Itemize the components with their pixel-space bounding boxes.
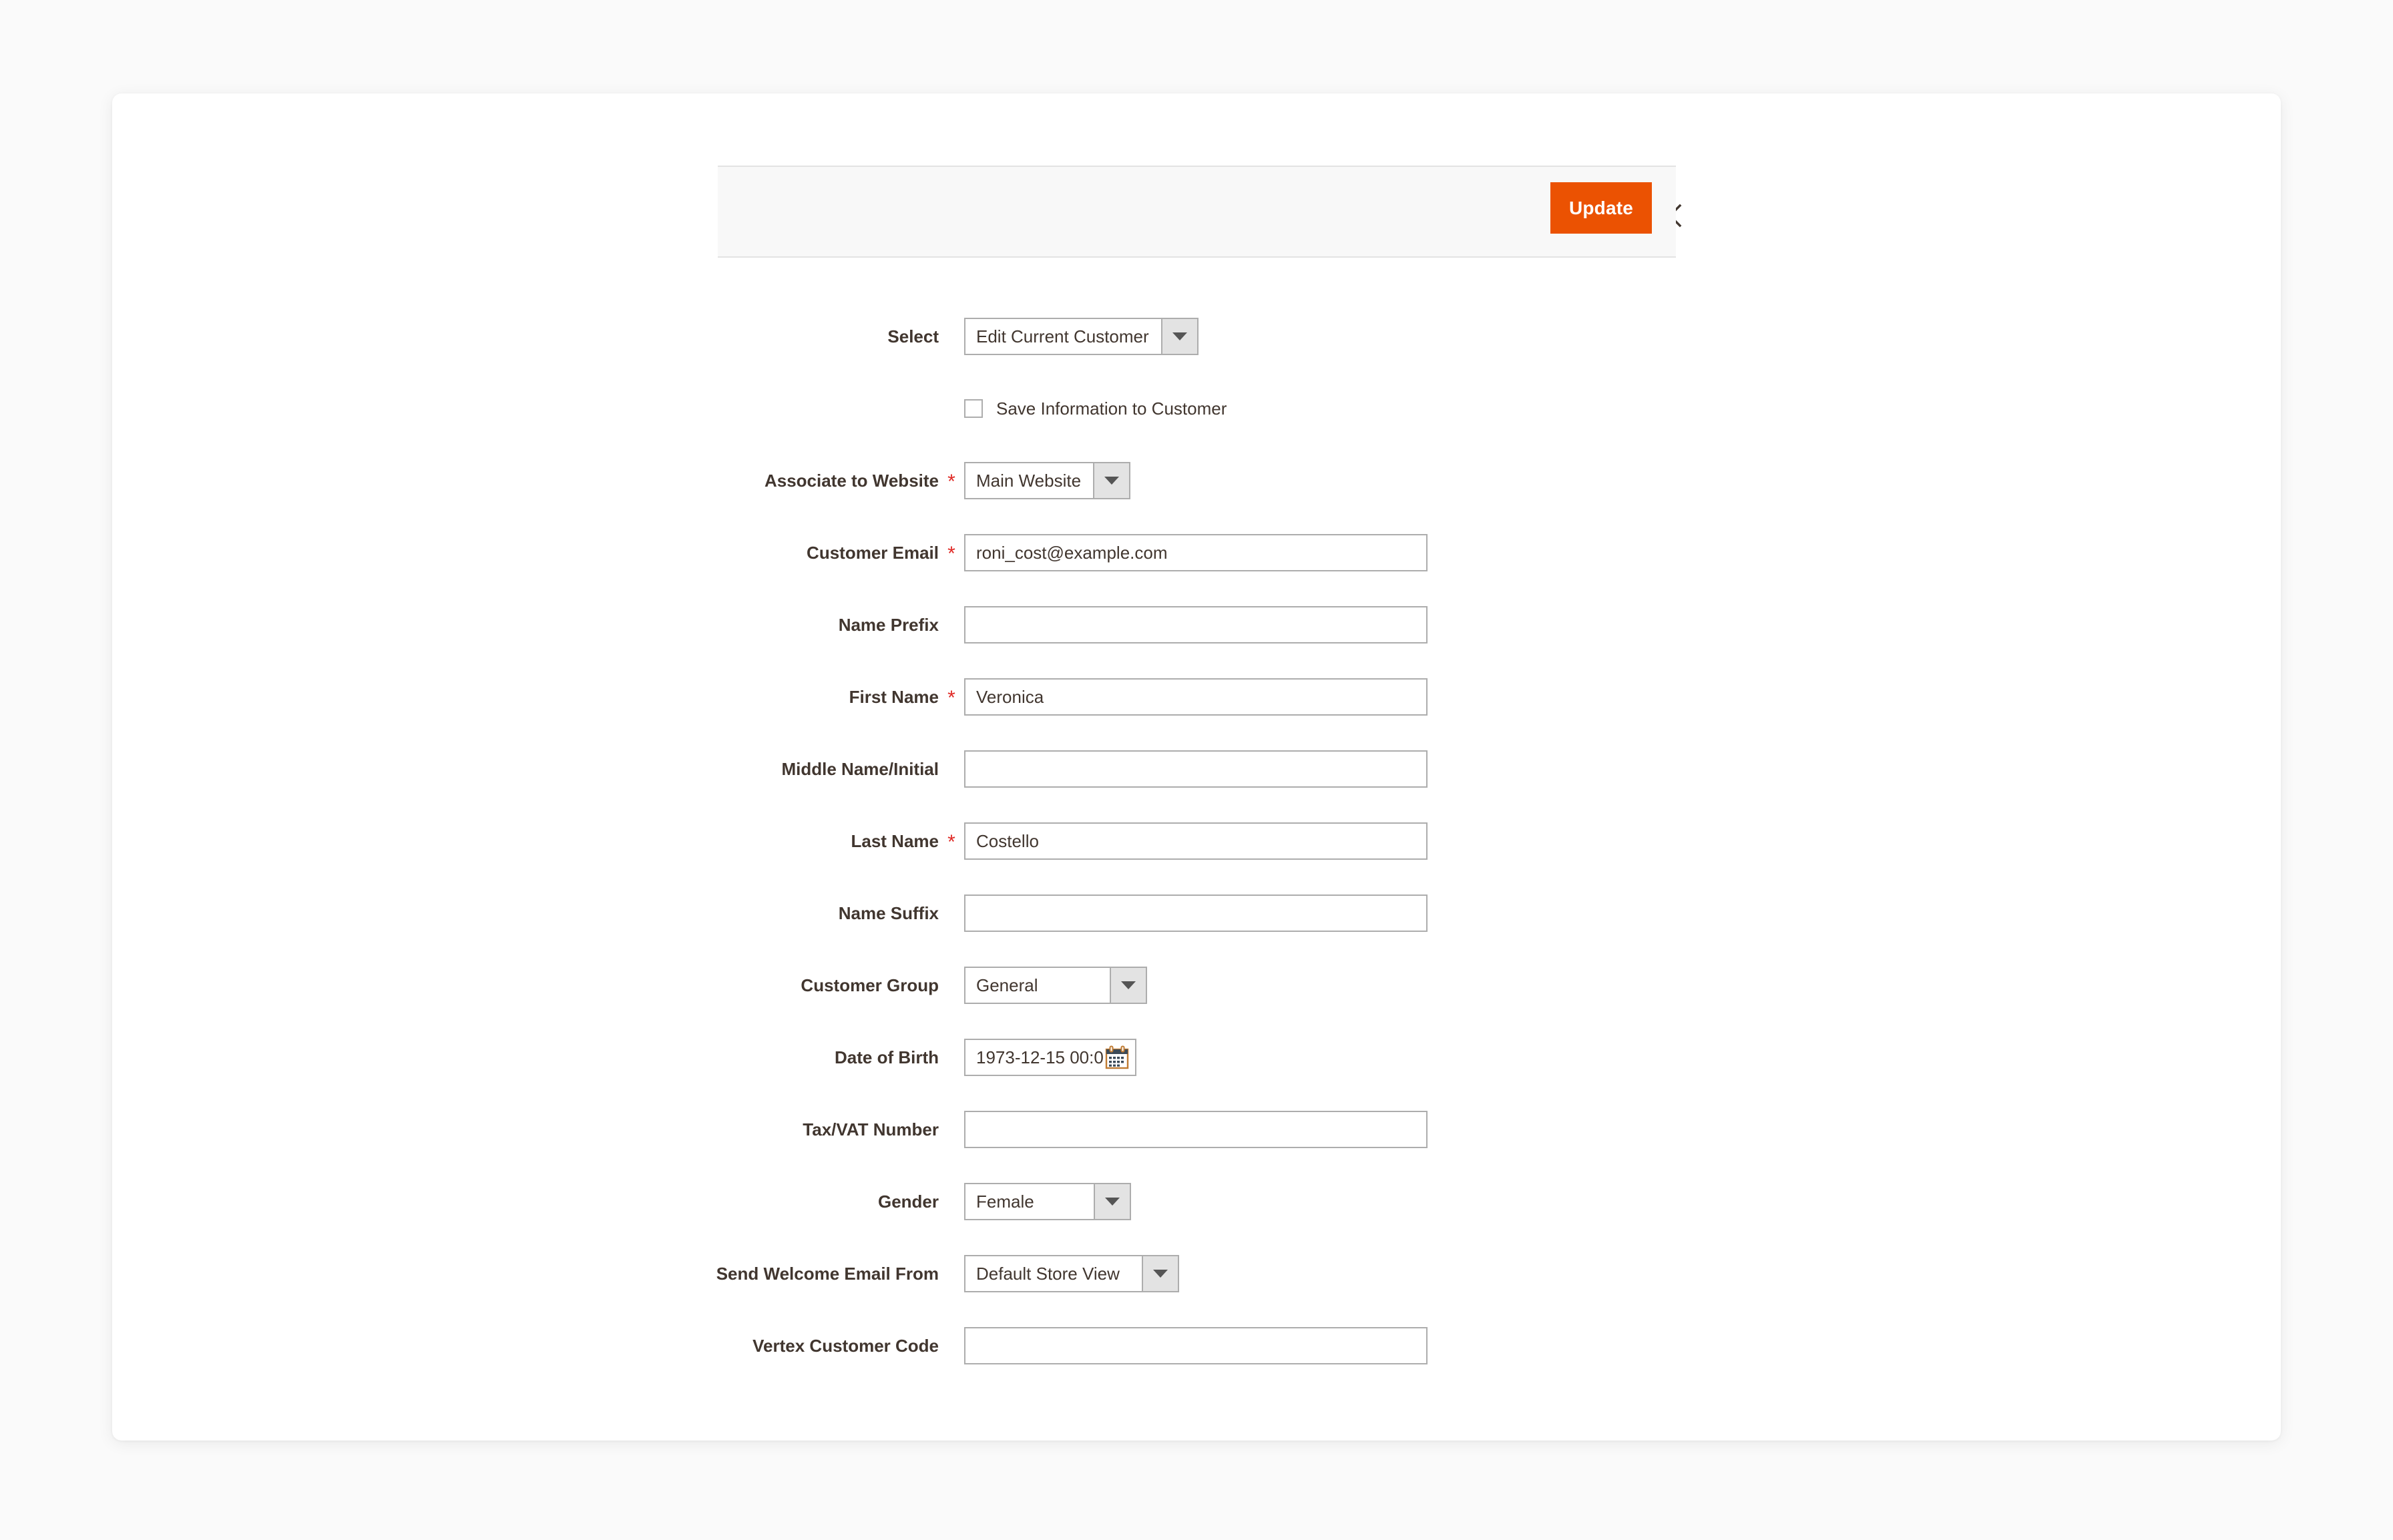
date-of-birth-field[interactable]: 1973-12-15 00:0 (964, 1039, 1136, 1076)
field-label-tax-vat-number: Tax/VAT Number (803, 1119, 939, 1139)
required-marker-middle-name-initial: * (939, 758, 964, 780)
chevron-down-icon[interactable] (1093, 463, 1130, 498)
customer-group-selected-value: General (976, 975, 1038, 995)
calendar-icon[interactable] (1104, 1045, 1130, 1070)
field-row-name-prefix: Name Prefix* (112, 589, 2281, 661)
required-marker-customer-email: * (947, 543, 955, 565)
field-row-middle-name-initial: Middle Name/Initial* (112, 733, 2281, 805)
required-marker-name-prefix: * (939, 613, 964, 636)
field-control-select-customer-mode: Edit Current Customer (964, 318, 1199, 355)
field-control-send-welcome-email-from: Default Store View (964, 1255, 1179, 1292)
modal-header (112, 93, 2281, 167)
field-control-tax-vat-number (964, 1111, 1428, 1148)
field-row-gender: Gender* Female (112, 1166, 2281, 1238)
field-label-customer-email: Customer Email (807, 542, 939, 563)
field-row-vertex-customer-code: Vertex Customer Code* (112, 1310, 2281, 1382)
customer-group-select[interactable]: General (964, 967, 1147, 1004)
update-button[interactable]: Update (1550, 182, 1652, 234)
required-marker-first-name: * (947, 687, 955, 709)
field-control-associate-to-website: Main Website (964, 462, 1131, 499)
first-name-input[interactable] (964, 678, 1428, 716)
field-row-select-customer-mode: Select* Edit Current Customer (112, 300, 2281, 372)
required-marker-associate-to-website: * (947, 471, 955, 493)
required-marker-send-welcome-email-from: * (939, 1262, 964, 1285)
field-label-last-name: Last Name (851, 830, 939, 851)
associate-to-website-select[interactable]: Main Website (964, 462, 1131, 499)
customer-email-input[interactable] (964, 534, 1428, 571)
field-control-name-prefix (964, 606, 1428, 644)
name-prefix-input[interactable] (964, 606, 1428, 644)
field-control-gender: Female (964, 1183, 1131, 1220)
field-control-customer-group: General (964, 967, 1147, 1004)
field-control-vertex-customer-code (964, 1327, 1428, 1364)
edit-customer-information-modal: Edit Customer Information Update Select*… (112, 93, 2281, 1441)
field-label-name-suffix: Name Suffix (838, 903, 939, 923)
select-customer-mode-selected-value: Edit Current Customer (976, 326, 1149, 346)
required-marker-gender: * (939, 1190, 964, 1213)
chevron-down-icon[interactable] (1094, 1184, 1130, 1219)
field-label-gender: Gender (877, 1191, 939, 1212)
send-welcome-email-from-selected-value: Default Store View (976, 1263, 1120, 1284)
required-marker-date-of-birth: * (939, 1046, 964, 1069)
field-label-name-prefix: Name Prefix (838, 614, 939, 635)
field-label-date-of-birth: Date of Birth (835, 1047, 939, 1067)
field-control-customer-email (964, 534, 1428, 571)
field-row-tax-vat-number: Tax/VAT Number* (112, 1093, 2281, 1166)
required-marker-vertex-customer-code: * (939, 1334, 964, 1357)
required-marker-save-information-to-customer: * (939, 397, 964, 420)
field-row-first-name: First Name * (112, 661, 2281, 733)
field-label-vertex-customer-code: Vertex Customer Code (752, 1335, 939, 1356)
field-label-customer-group: Customer Group (801, 975, 939, 995)
save-information-to-customer-checkbox[interactable] (964, 399, 983, 418)
field-control-last-name (964, 822, 1428, 860)
name-suffix-input[interactable] (964, 894, 1428, 932)
save-information-to-customer-label[interactable]: Save Information to Customer (996, 399, 1227, 419)
required-marker-customer-group: * (939, 974, 964, 997)
tax-vat-number-input[interactable] (964, 1111, 1428, 1148)
associate-to-website-selected-value: Main Website (976, 470, 1082, 491)
required-marker-last-name: * (947, 831, 955, 853)
field-row-associate-to-website: Associate to Website * Main Website (112, 445, 2281, 517)
field-control-first-name (964, 678, 1428, 716)
field-row-last-name: Last Name * (112, 805, 2281, 877)
field-control-middle-name-initial (964, 750, 1428, 788)
required-marker-name-suffix: * (939, 902, 964, 925)
gender-select[interactable]: Female (964, 1183, 1131, 1220)
date-of-birth-value[interactable]: 1973-12-15 00:0 (965, 1047, 1104, 1068)
save-information-to-customer-row: Save Information to Customer (964, 399, 1227, 419)
required-marker-select-customer-mode: * (939, 325, 964, 348)
field-control-date-of-birth: 1973-12-15 00:0 (964, 1039, 1136, 1076)
field-label-send-welcome-email-from: Send Welcome Email From (716, 1263, 939, 1284)
field-row-customer-email: Customer Email * (112, 517, 2281, 589)
send-welcome-email-from-select[interactable]: Default Store View (964, 1255, 1179, 1292)
customer-information-form: Select*Edit Current Customer*Save Inform… (112, 300, 2281, 1382)
chevron-down-icon[interactable] (1142, 1256, 1178, 1291)
vertex-customer-code-input[interactable] (964, 1327, 1428, 1364)
field-row-name-suffix: Name Suffix* (112, 877, 2281, 949)
required-marker-tax-vat-number: * (939, 1118, 964, 1141)
field-control-save-information-to-customer: Save Information to Customer (964, 399, 1227, 419)
field-label-first-name: First Name (849, 686, 939, 707)
chevron-down-icon[interactable] (1110, 968, 1146, 1003)
middle-name-initial-input[interactable] (964, 750, 1428, 788)
select-customer-mode-select[interactable]: Edit Current Customer (964, 318, 1199, 355)
field-row-send-welcome-email-from: Send Welcome Email From* Default Store Vi… (112, 1238, 2281, 1310)
last-name-input[interactable] (964, 822, 1428, 860)
modal-toolbar: Update (718, 166, 1676, 258)
field-row-date-of-birth: Date of Birth*1973-12-15 00:0 (112, 1021, 2281, 1093)
field-control-name-suffix (964, 894, 1428, 932)
field-label-associate-to-website: Associate to Website (764, 470, 939, 491)
field-row-customer-group: Customer Group* General (112, 949, 2281, 1021)
gender-selected-value: Female (976, 1191, 1034, 1212)
field-label-select-customer-mode: Select (887, 326, 939, 346)
chevron-down-icon[interactable] (1160, 319, 1197, 354)
field-label-middle-name-initial: Middle Name/Initial (781, 758, 939, 779)
field-row-save-information-to-customer: * Save Information to Customer (112, 372, 2281, 445)
